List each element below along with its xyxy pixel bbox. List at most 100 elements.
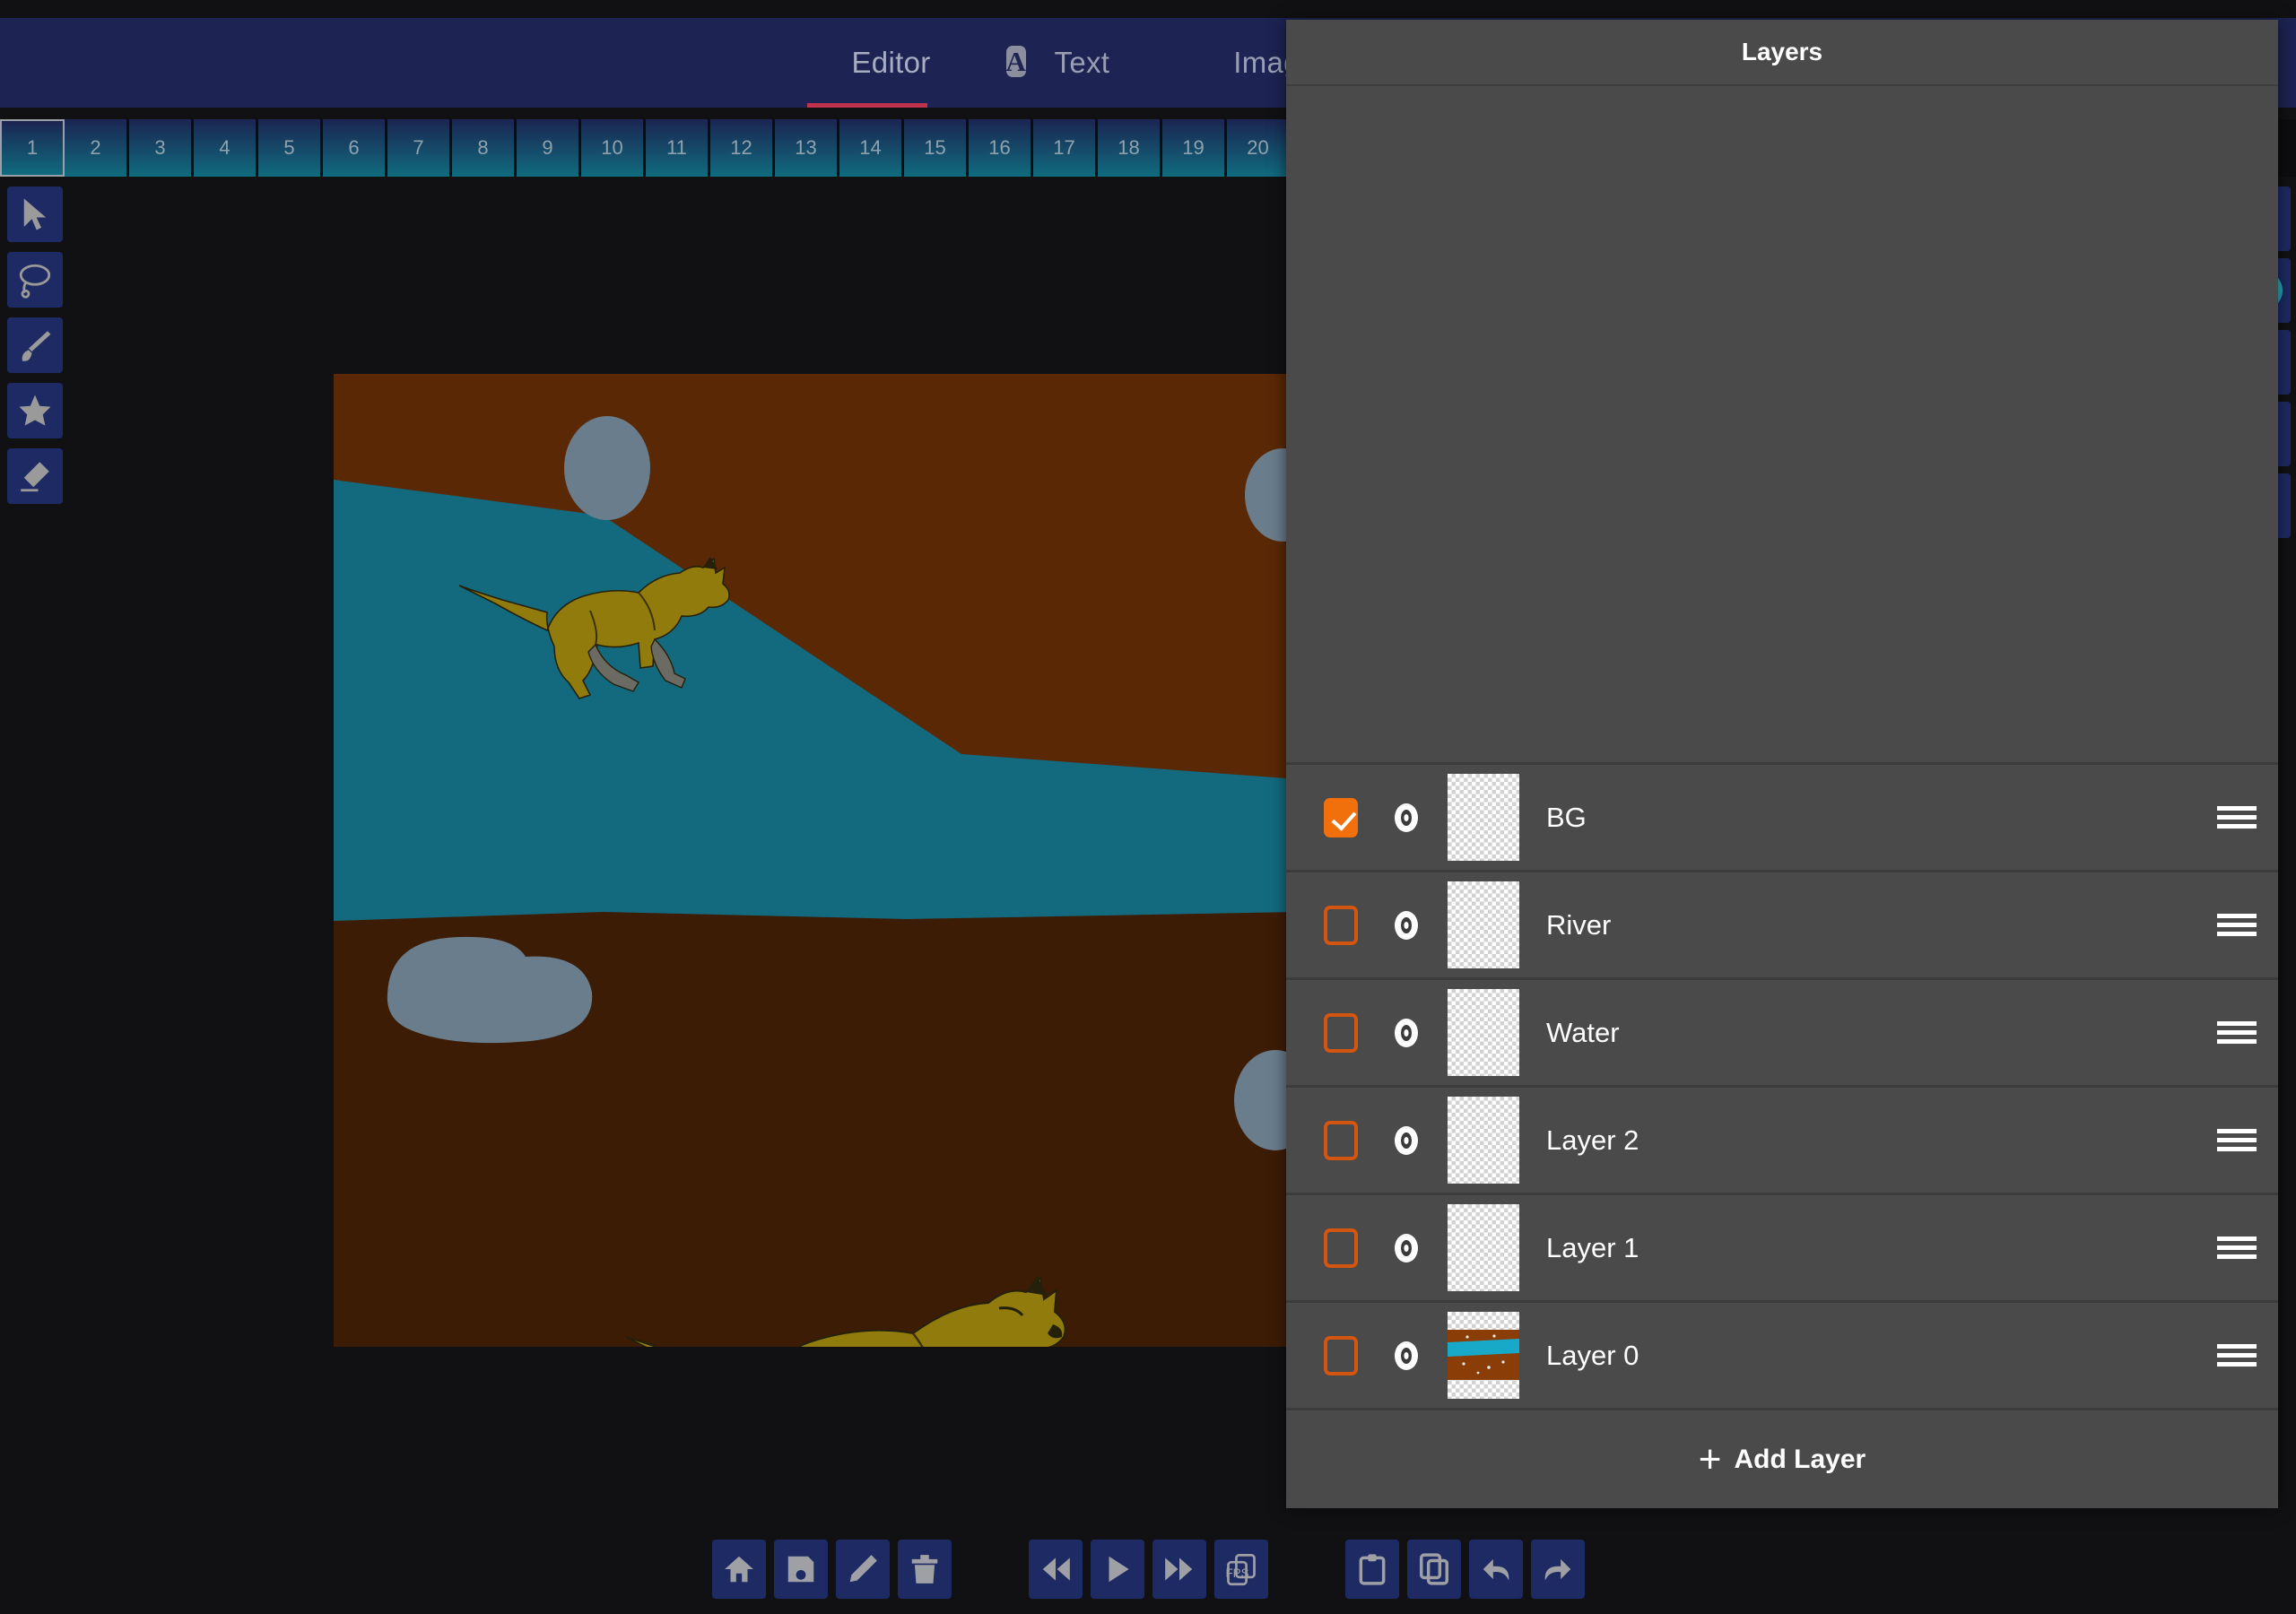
- layer-thumbnail[interactable]: [1448, 989, 1519, 1076]
- save-button[interactable]: [773, 1540, 828, 1599]
- layer-drag-handle[interactable]: [2196, 909, 2278, 941]
- play-button[interactable]: [1090, 1540, 1144, 1599]
- trash-icon: [911, 1555, 937, 1584]
- frame-14[interactable]: 14: [839, 119, 904, 177]
- layer-drag-handle[interactable]: [2196, 1340, 2278, 1371]
- copy-icon: [1419, 1553, 1448, 1585]
- layer-name: River: [1546, 908, 1612, 941]
- layers-empty-space: [1286, 86, 2278, 762]
- pencil-icon: [849, 1555, 877, 1583]
- frame-10[interactable]: 10: [581, 119, 646, 177]
- layer-drag-handle[interactable]: [2196, 802, 2278, 833]
- eraser-icon: [21, 462, 49, 492]
- layer-visibility-toggle[interactable]: [1381, 1233, 1431, 1263]
- app-root: Editor A Text Image 1 2 3 4 5 6 7 8 9 10…: [0, 0, 2296, 1614]
- delete-button[interactable]: [897, 1540, 952, 1599]
- layer-thumbnail[interactable]: [1448, 1097, 1519, 1184]
- canvas-artboard[interactable]: [334, 374, 1320, 1498]
- layer-name: Water: [1546, 1016, 1620, 1048]
- layer-select-checkbox[interactable]: [1324, 797, 1358, 837]
- layer-name: BG: [1546, 801, 1587, 833]
- layer-visibility-toggle[interactable]: [1381, 1341, 1431, 1371]
- frame-13[interactable]: 13: [775, 119, 839, 177]
- frame-6[interactable]: 6: [323, 119, 387, 177]
- eye-icon: [1395, 1125, 1418, 1155]
- layer-row[interactable]: Layer 0: [1286, 1300, 2278, 1408]
- layers-panel-title: Layers: [1286, 20, 2278, 86]
- eye-icon: [1395, 910, 1418, 940]
- frame-15[interactable]: 15: [904, 119, 969, 177]
- frame-19[interactable]: 19: [1162, 119, 1227, 177]
- layer-row[interactable]: BG: [1286, 762, 2278, 870]
- paintbrush-icon: [22, 331, 51, 361]
- undo-button[interactable]: [1468, 1540, 1523, 1599]
- copy-button[interactable]: [1406, 1540, 1461, 1599]
- layer-select-checkbox[interactable]: [1324, 1120, 1358, 1160]
- layer-visibility-toggle[interactable]: [1381, 803, 1431, 833]
- layer-thumbnail[interactable]: [1448, 774, 1519, 861]
- image-icon: [1185, 43, 1219, 82]
- playback-button-group: FPS: [1028, 1540, 1268, 1599]
- text-a-icon: A: [1005, 46, 1026, 77]
- rock-upper: [564, 416, 650, 520]
- eraser-tool[interactable]: [7, 448, 63, 504]
- layer-drag-handle[interactable]: [2196, 1232, 2278, 1263]
- layer-thumbnail[interactable]: [1448, 881, 1519, 968]
- layer-thumbnail[interactable]: [1448, 1312, 1519, 1399]
- eye-icon: [1395, 1341, 1418, 1370]
- tab-editor[interactable]: Editor: [798, 18, 936, 108]
- frame-16[interactable]: 16: [969, 119, 1033, 177]
- select-tool[interactable]: [7, 187, 63, 242]
- brush-tool[interactable]: [7, 317, 63, 373]
- edit-button[interactable]: [835, 1540, 890, 1599]
- rewind-icon: [1042, 1558, 1070, 1581]
- fast-forward-icon: [1164, 1558, 1192, 1581]
- fps-icon: FPS: [1225, 1554, 1256, 1586]
- canvas-artboard-wrapper[interactable]: [334, 374, 1320, 1498]
- layer-select-checkbox[interactable]: [1324, 1335, 1358, 1375]
- layer-visibility-toggle[interactable]: [1381, 1125, 1431, 1156]
- layer-select-checkbox[interactable]: [1324, 1228, 1358, 1268]
- home-button[interactable]: [711, 1540, 766, 1599]
- add-layer-button[interactable]: + Add Layer: [1286, 1408, 2278, 1508]
- frame-12[interactable]: 12: [710, 119, 775, 177]
- layer-select-checkbox[interactable]: [1324, 905, 1358, 945]
- frame-18[interactable]: 18: [1098, 119, 1162, 177]
- tab-text-label: Text: [1054, 46, 1110, 79]
- frame-9[interactable]: 9: [517, 119, 581, 177]
- clipboard-icon: [1359, 1554, 1385, 1585]
- layer-row[interactable]: River: [1286, 870, 2278, 977]
- left-tool-rail: [7, 187, 63, 514]
- layer-visibility-toggle[interactable]: [1381, 1018, 1431, 1048]
- image-icon: [804, 43, 838, 82]
- redo-icon: [1544, 1558, 1570, 1581]
- redo-button[interactable]: [1530, 1540, 1585, 1599]
- frame-4[interactable]: 4: [194, 119, 258, 177]
- frame-17[interactable]: 17: [1033, 119, 1098, 177]
- fast-forward-button[interactable]: [1152, 1540, 1206, 1599]
- paste-button[interactable]: [1344, 1540, 1399, 1599]
- layer-drag-handle[interactable]: [2196, 1017, 2278, 1048]
- shape-tool[interactable]: [7, 383, 63, 438]
- layer-row[interactable]: Layer 2: [1286, 1085, 2278, 1193]
- lasso-tool[interactable]: [7, 252, 63, 308]
- frame-3[interactable]: 3: [129, 119, 194, 177]
- layer-row[interactable]: Water: [1286, 977, 2278, 1085]
- tab-text[interactable]: A Text: [1001, 18, 1116, 108]
- layer-thumbnail[interactable]: [1448, 1204, 1519, 1291]
- frame-1[interactable]: 1: [0, 119, 65, 177]
- fps-button[interactable]: FPS: [1213, 1540, 1268, 1599]
- frame-11[interactable]: 11: [646, 119, 710, 177]
- layer-visibility-toggle[interactable]: [1381, 910, 1431, 941]
- frame-5[interactable]: 5: [258, 119, 323, 177]
- frame-8[interactable]: 8: [452, 119, 517, 177]
- frame-20[interactable]: 20: [1227, 119, 1292, 177]
- frame-2[interactable]: 2: [65, 119, 129, 177]
- frame-7[interactable]: 7: [387, 119, 452, 177]
- layer-row[interactable]: Layer 1: [1286, 1193, 2278, 1300]
- tab-editor-label: Editor: [851, 46, 931, 79]
- layer-drag-handle[interactable]: [2196, 1124, 2278, 1156]
- rewind-button[interactable]: [1028, 1540, 1083, 1599]
- layer-name: Layer 0: [1546, 1339, 1639, 1371]
- layer-select-checkbox[interactable]: [1324, 1012, 1358, 1053]
